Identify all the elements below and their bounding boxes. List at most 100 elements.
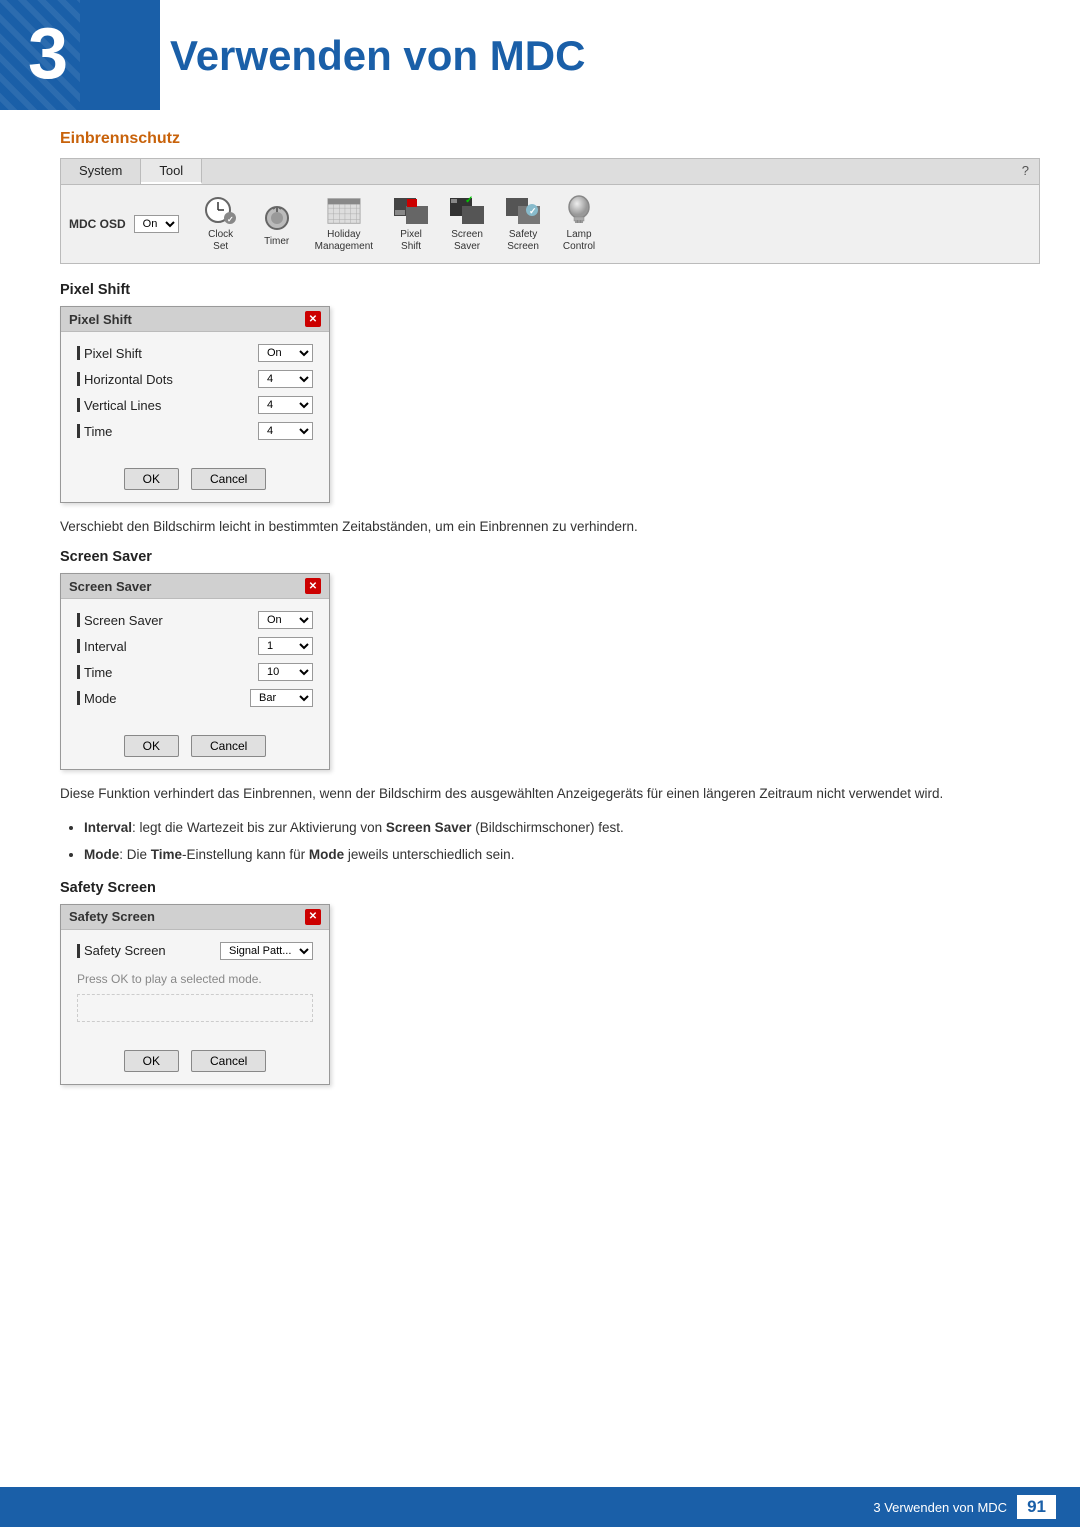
- time-ss-field-label: Time: [84, 665, 112, 680]
- screen-saver-close-button[interactable]: ✕: [305, 578, 321, 594]
- screen-saver-value-select[interactable]: OnOff: [258, 611, 313, 629]
- clock-set-label: ClockSet: [208, 229, 233, 253]
- screen-saver-row-2: Time 10520: [77, 663, 313, 681]
- screen-saver-field-label: Screen Saver: [84, 613, 163, 628]
- screen-saver-row-1: Interval 125: [77, 637, 313, 655]
- holiday-label: HolidayManagement: [315, 229, 373, 253]
- mdc-tab-bar: System Tool ?: [61, 159, 1039, 185]
- pixel-shift-label-0: Pixel Shift: [77, 346, 142, 361]
- toolbar-holiday[interactable]: HolidayManagement: [307, 191, 381, 257]
- clock-set-icon: ✓: [203, 195, 239, 227]
- bullet-interval: Interval: legt die Wartezeit bis zur Akt…: [84, 817, 1040, 839]
- safety-screen-value-select[interactable]: Signal Patt...Scrolling BarFade In: [220, 942, 313, 960]
- screen-saver-row-0: Screen Saver OnOff: [77, 611, 313, 629]
- safety-screen-row-0: Safety Screen Signal Patt...Scrolling Ba…: [77, 942, 313, 960]
- safety-screen-field-label: Safety Screen: [84, 943, 166, 958]
- bullet-interval-bold-start: Interval: [84, 820, 132, 835]
- bullet-interval-bold-mid: Screen Saver: [386, 820, 472, 835]
- bullet-mode-text3: jeweils unterschiedlich sein.: [344, 847, 514, 862]
- interval-select[interactable]: 125: [258, 637, 313, 655]
- mdc-panel: System Tool ? MDC OSD On Off ✓: [60, 158, 1040, 264]
- time-select[interactable]: 426: [258, 422, 313, 440]
- vertical-lines-select[interactable]: 426: [258, 396, 313, 414]
- screen-saver-dialog-body: Screen Saver OnOff Interval 125: [61, 599, 329, 727]
- toolbar-screen-saver[interactable]: ✓ ScreenSaver: [441, 191, 493, 257]
- toolbar-clock-set[interactable]: ✓ ClockSet: [195, 191, 247, 257]
- screen-saver-label-3: Mode: [77, 691, 117, 706]
- pixel-shift-row-2: Vertical Lines 426: [77, 396, 313, 414]
- pixel-shift-field-label: Pixel Shift: [84, 346, 142, 361]
- mdc-osd-label: MDC OSD: [69, 217, 126, 231]
- tab-tool[interactable]: Tool: [141, 159, 202, 184]
- footer-page-number: 91: [1017, 1495, 1056, 1519]
- screen-saver-title-bar: Screen Saver ✕: [61, 574, 329, 599]
- page-footer: 3 Verwenden von MDC 91: [0, 1487, 1080, 1527]
- screen-saver-icon: ✓: [449, 195, 485, 227]
- screen-saver-label-1: Interval: [77, 639, 127, 654]
- vertical-lines-field-label: Vertical Lines: [84, 398, 161, 413]
- svg-text:✓: ✓: [227, 215, 234, 224]
- safety-screen-ok-button[interactable]: OK: [124, 1050, 179, 1072]
- toolbar-timer[interactable]: Timer: [251, 198, 303, 251]
- toolbar-pixel-shift[interactable]: PixelShift: [385, 191, 437, 257]
- screen-saver-label-2: Time: [77, 665, 112, 680]
- timer-icon: [259, 202, 295, 234]
- pixel-shift-value-select[interactable]: OnOff: [258, 344, 313, 362]
- pixel-shift-dialog-body: Pixel Shift OnOff Horizontal Dots 426: [61, 332, 329, 460]
- lamp-control-icon: [561, 195, 597, 227]
- pixel-shift-dialog-footer: OK Cancel: [61, 460, 329, 502]
- label-bar: [77, 346, 80, 360]
- tab-system[interactable]: System: [61, 159, 141, 184]
- bullet-interval-text2: (Bildschirmschoner) fest.: [471, 820, 623, 835]
- horizontal-dots-select[interactable]: 426: [258, 370, 313, 388]
- pixel-shift-dialog-title: Pixel Shift: [69, 312, 132, 327]
- pixel-shift-ok-button[interactable]: OK: [124, 468, 179, 490]
- time-ss-select[interactable]: 10520: [258, 663, 313, 681]
- main-content: Einbrennschutz System Tool ? MDC OSD On …: [60, 130, 1040, 1099]
- screen-saver-dialog-footer: OK Cancel: [61, 727, 329, 769]
- safety-screen-close-button[interactable]: ✕: [305, 909, 321, 925]
- header-blue-bar: [0, 0, 160, 110]
- holiday-icon: [326, 195, 362, 227]
- pixel-shift-row-1: Horizontal Dots 426: [77, 370, 313, 388]
- pixel-shift-row-3: Time 426: [77, 422, 313, 440]
- mdc-osd-select[interactable]: On Off: [134, 215, 179, 233]
- label-bar: [77, 613, 80, 627]
- mode-select[interactable]: BarEraserPixel: [250, 689, 313, 707]
- chapter-number: 3: [28, 18, 68, 90]
- safety-screen-label-0: Safety Screen: [77, 943, 166, 958]
- toolbar-lamp-control[interactable]: LampControl: [553, 191, 605, 257]
- screen-saver-ok-button[interactable]: OK: [124, 735, 179, 757]
- pixel-shift-section-label: Pixel Shift: [60, 282, 1040, 298]
- screen-saver-bullet-list: Interval: legt die Wartezeit bis zur Akt…: [84, 817, 1040, 866]
- safety-screen-note-area: Press OK to play a selected mode.: [77, 972, 313, 1022]
- bullet-mode-bold-end: Mode: [309, 847, 344, 862]
- pixel-shift-cancel-button[interactable]: Cancel: [191, 468, 266, 490]
- safety-screen-label: SafetyScreen: [507, 229, 539, 253]
- help-icon[interactable]: ?: [1012, 159, 1039, 184]
- label-bar: [77, 372, 80, 386]
- label-bar: [77, 665, 80, 679]
- screen-saver-label: ScreenSaver: [451, 229, 483, 253]
- interval-field-label: Interval: [84, 639, 127, 654]
- label-bar: [77, 398, 80, 412]
- pixel-shift-label-3: Time: [77, 424, 112, 439]
- safety-screen-note: Press OK to play a selected mode.: [77, 972, 313, 986]
- bullet-interval-text: : legt die Wartezeit bis zur Aktivierung…: [132, 820, 386, 835]
- mdc-toolbar: MDC OSD On Off ✓ ClockSet: [61, 185, 1039, 263]
- mode-field-label: Mode: [84, 691, 117, 706]
- safety-screen-dialog-body: Safety Screen Signal Patt...Scrolling Ba…: [61, 930, 329, 1042]
- section-title: Einbrennschutz: [60, 130, 1040, 148]
- safety-screen-dialog: Safety Screen ✕ Safety Screen Signal Pat…: [60, 904, 330, 1085]
- svg-text:✓: ✓: [465, 196, 473, 206]
- toolbar-safety-screen[interactable]: ✓ SafetyScreen: [497, 191, 549, 257]
- bullet-mode-text2: -Einstellung kann für: [182, 847, 309, 862]
- pixel-shift-dialog: Pixel Shift ✕ Pixel Shift OnOff: [60, 306, 330, 503]
- page-title: Verwenden von MDC: [170, 32, 585, 80]
- screen-saver-description: Diese Funktion verhindert das Einbrennen…: [60, 784, 1040, 804]
- bullet-mode-bold-mid: Time: [151, 847, 182, 862]
- screen-saver-cancel-button[interactable]: Cancel: [191, 735, 266, 757]
- pixel-shift-close-button[interactable]: ✕: [305, 311, 321, 327]
- safety-screen-cancel-button[interactable]: Cancel: [191, 1050, 266, 1072]
- screen-saver-section-label: Screen Saver: [60, 549, 1040, 565]
